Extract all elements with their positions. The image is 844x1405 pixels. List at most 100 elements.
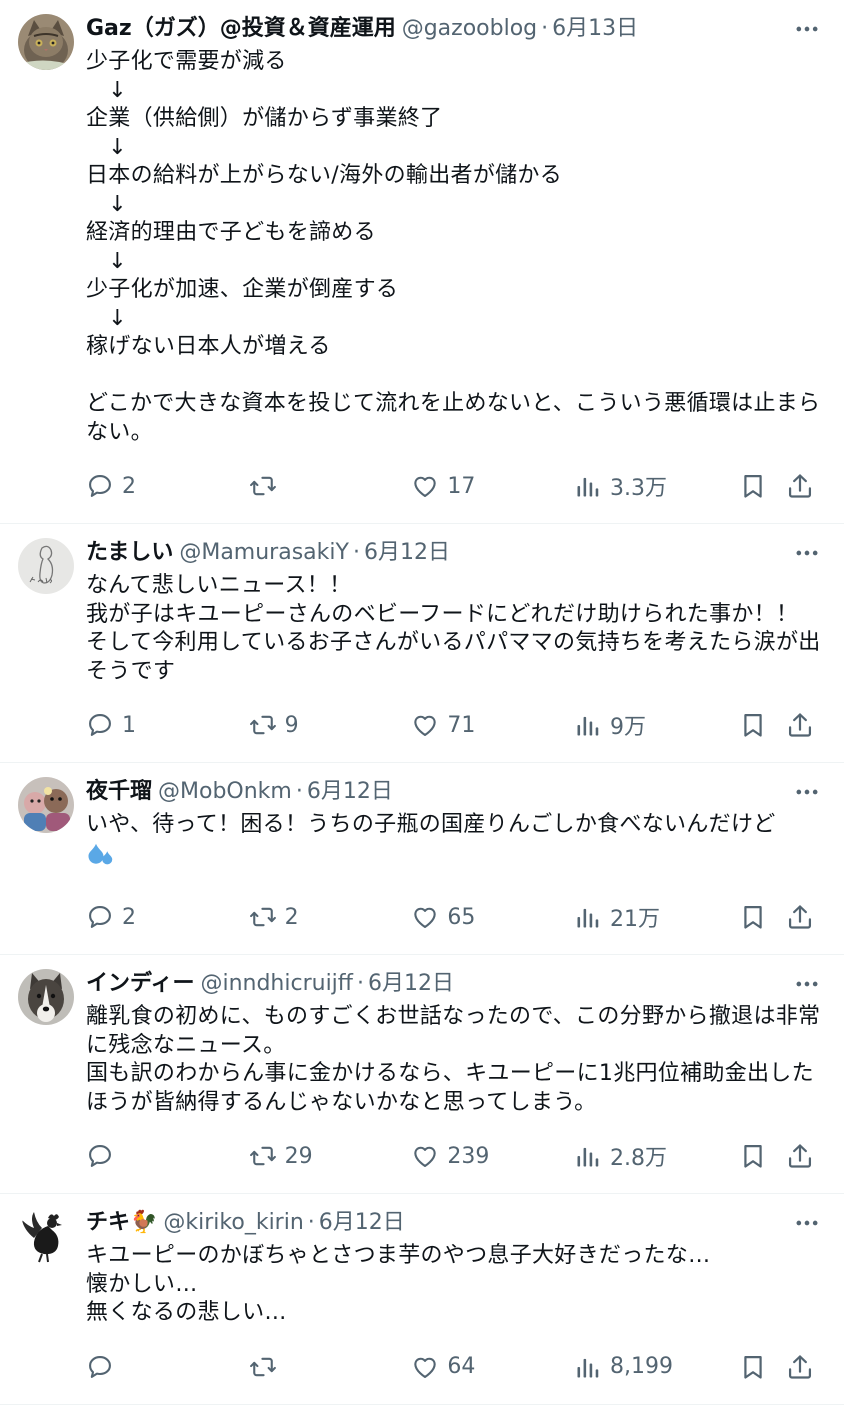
display-name[interactable]: Gaz（ガズ）@投資＆資産運用 (86, 14, 396, 44)
more-options-button[interactable] (792, 1208, 822, 1238)
bookmark-icon (739, 1353, 767, 1381)
like-button[interactable]: 17 (411, 472, 574, 500)
tweet-text: キユーピーのかぼちゃとさつま芋のやつ息子大好きだったな… 懐かしい… 無くなるの… (86, 1242, 822, 1328)
tweet[interactable]: インディー @inndhicruijff · 6月12日 離乳食の初めに、ものす… (0, 955, 844, 1194)
share-icon (786, 1142, 814, 1170)
heart-icon (411, 1353, 439, 1381)
more-options-button[interactable] (792, 777, 822, 807)
reply-icon (86, 472, 114, 500)
more-options-button[interactable] (792, 538, 822, 568)
share-icon (786, 711, 814, 739)
tweet[interactable]: チキ🐓 @kiriko_kirin · 6月12日 キユーピーのかぼちゃとさつま… (0, 1194, 844, 1405)
view-count: 2.8万 (610, 1146, 668, 1171)
more-options-button[interactable] (792, 14, 822, 44)
retweet-button[interactable] (249, 472, 412, 500)
retweet-icon (249, 903, 277, 931)
tweet-date[interactable]: 6月12日 (368, 969, 454, 999)
bookmark-button[interactable] (739, 1142, 787, 1170)
retweet-icon (249, 1353, 277, 1381)
retweet-icon (249, 711, 277, 739)
display-name[interactable]: 夜千瑠 (86, 777, 152, 807)
bookmark-icon (739, 903, 767, 931)
like-button[interactable]: 65 (411, 903, 574, 931)
user-handle[interactable]: @kiriko_kirin (163, 1208, 303, 1238)
views-button[interactable]: 2.8万 (574, 1140, 739, 1172)
user-handle[interactable]: @MobOnkm (158, 777, 292, 807)
avatar[interactable] (18, 538, 74, 594)
retweet-count: 29 (284, 1143, 313, 1169)
reply-button[interactable]: 2 (86, 472, 249, 500)
user-handle[interactable]: @MamurasakiY (179, 538, 349, 568)
action-bar: 2 17 3.3万 (86, 449, 822, 523)
bookmark-button[interactable] (739, 1353, 787, 1381)
tweet-header: たましい @MamurasakiY · 6月12日 (86, 538, 822, 568)
avatar-column (18, 969, 86, 1193)
bookmark-button[interactable] (739, 903, 787, 931)
reply-button[interactable] (86, 1142, 249, 1170)
retweet-button[interactable]: 29 (249, 1142, 412, 1170)
share-button[interactable] (786, 1142, 822, 1170)
reply-count: 1 (122, 712, 136, 738)
tweet-text: いや、待って！困る！うちの子瓶の国産りんごしか食べないんだけど (86, 811, 822, 878)
tweet-date[interactable]: 6月12日 (319, 1208, 405, 1238)
retweet-icon (249, 472, 277, 500)
tweet-text-content: なんて悲しいニュース！！ 我が子はキユーピーさんのベビーフードにどれだけ助けられ… (86, 573, 821, 684)
retweet-button[interactable] (249, 1353, 412, 1381)
tweet-date[interactable]: 6月12日 (307, 777, 393, 807)
more-dots-icon (793, 539, 821, 567)
display-name[interactable]: たましい (86, 538, 173, 568)
bar-chart-icon (574, 1353, 602, 1381)
bar-chart-icon (574, 472, 602, 500)
display-name[interactable]: インディー (86, 969, 194, 999)
share-button[interactable] (786, 472, 822, 500)
bar-chart-icon (574, 1142, 602, 1170)
more-options-button[interactable] (792, 969, 822, 999)
bookmark-button[interactable] (739, 711, 787, 739)
display-name[interactable]: チキ🐓 (86, 1208, 157, 1238)
retweet-button[interactable]: 9 (249, 711, 412, 739)
user-handle[interactable]: @gazooblog (402, 14, 537, 44)
retweet-button[interactable]: 2 (249, 903, 412, 931)
like-button[interactable]: 64 (411, 1353, 574, 1381)
view-count: 3.3万 (610, 476, 668, 501)
reply-icon (86, 1353, 114, 1381)
tweet[interactable]: Gaz（ガズ）@投資＆資産運用 @gazooblog · 6月13日 少子化で需… (0, 0, 844, 524)
avatar-column (18, 777, 86, 954)
more-dots-icon (793, 970, 821, 998)
like-button[interactable]: 239 (411, 1142, 574, 1170)
avatar[interactable] (18, 1208, 74, 1264)
reply-button[interactable] (86, 1353, 249, 1381)
bookmark-button[interactable] (739, 472, 787, 500)
views-button[interactable]: 9万 (574, 709, 739, 741)
tweet-text-content: キユーピーのかぼちゃとさつま芋のやつ息子大好きだったな… 懐かしい… 無くなるの… (86, 1243, 711, 1325)
view-count: 8,199 (610, 1354, 673, 1379)
like-button[interactable]: 71 (411, 711, 574, 739)
avatar[interactable] (18, 14, 74, 70)
share-button[interactable] (786, 1353, 822, 1381)
views-button[interactable]: 21万 (574, 901, 739, 933)
tweet[interactable]: 夜千瑠 @MobOnkm · 6月12日 いや、待って！困る！うちの子瓶の国産り… (0, 763, 844, 955)
reply-count: 2 (122, 473, 136, 499)
share-button[interactable] (786, 903, 822, 931)
like-count: 71 (447, 712, 476, 738)
avatar[interactable] (18, 777, 74, 833)
heart-icon (411, 711, 439, 739)
tweet-date[interactable]: 6月13日 (552, 14, 638, 44)
reply-button[interactable]: 1 (86, 711, 249, 739)
tweet-header: Gaz（ガズ）@投資＆資産運用 @gazooblog · 6月13日 (86, 14, 822, 44)
like-count: 239 (447, 1143, 490, 1169)
user-handle[interactable]: @inndhicruijff (200, 969, 353, 999)
share-button[interactable] (786, 711, 822, 739)
reply-button[interactable]: 2 (86, 903, 249, 931)
retweet-count: 2 (284, 904, 299, 930)
tweet-text: 少子化で需要が減る ↓ 企業（供給側）が儲からず事業終了 ↓ 日本の給料が上がら… (86, 48, 822, 447)
tweet[interactable]: たましい @MamurasakiY · 6月12日 なんて悲しいニュース！！ 我… (0, 524, 844, 763)
more-dots-icon (793, 1209, 821, 1237)
bar-chart-icon (574, 711, 602, 739)
tweet-date[interactable]: 6月12日 (364, 538, 450, 568)
views-button[interactable]: 8,199 (574, 1353, 739, 1381)
views-button[interactable]: 3.3万 (574, 470, 739, 502)
action-bar: 64 8,199 (86, 1330, 822, 1404)
avatar[interactable] (18, 969, 74, 1025)
bookmark-icon (739, 711, 767, 739)
